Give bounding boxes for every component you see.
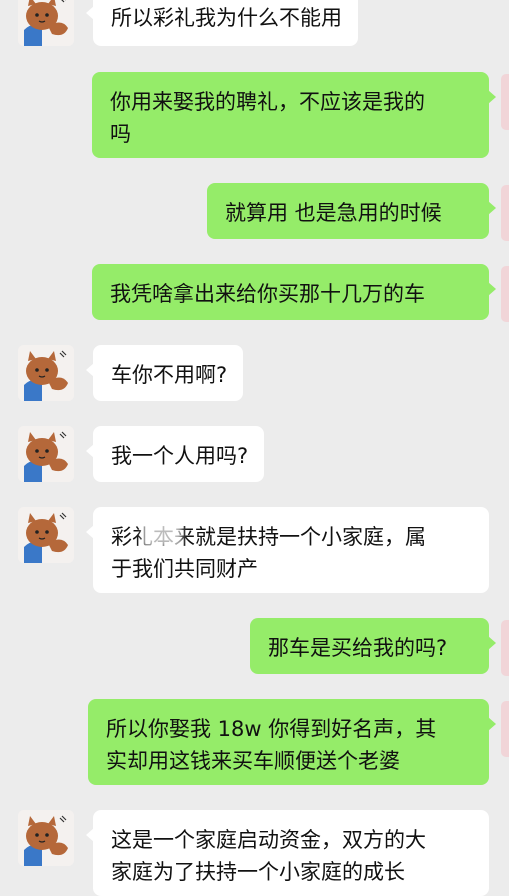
message-bubble-outgoing[interactable]: 就算用 也是急用的时候 <box>207 183 496 239</box>
message-bubble-incoming[interactable]: 所以彩礼我为什么不能用 <box>86 0 358 46</box>
message-text: 车你不用啊? <box>111 363 228 387</box>
cartoon-cat-icon <box>18 0 74 46</box>
contact-avatar[interactable] <box>18 810 74 866</box>
mosaic-blur <box>142 521 182 547</box>
own-avatar[interactable] <box>501 266 509 322</box>
own-avatar[interactable] <box>501 701 509 757</box>
message-bubble-outgoing[interactable]: 你用来娶我的聘礼，不应该是我的 吗 <box>92 72 496 158</box>
cartoon-cat-icon <box>18 345 74 401</box>
message-text: 我一个人用吗? <box>111 444 249 468</box>
contact-avatar[interactable] <box>18 426 74 482</box>
own-avatar[interactable] <box>501 185 509 241</box>
contact-avatar[interactable] <box>18 345 74 401</box>
chat-thread: 所以彩礼我为什么不能用 你用来娶我的聘礼，不应该是我的 吗 就算用 也是急用的时… <box>0 0 509 896</box>
message-text: 实却用这钱来买车顺便送个老婆 <box>106 749 400 773</box>
message-bubble-outgoing[interactable]: 那车是买给我的吗? <box>250 618 496 674</box>
message-text: 于我们共同财产 <box>111 557 258 581</box>
message-bubble-incoming[interactable]: 彩礼本来就是扶持一个小家庭，属 于我们共同财产 <box>86 507 489 593</box>
message-text: 你用来娶我的聘礼，不应该是我的 <box>110 90 425 114</box>
message-text: 就算用 也是急用的时候 <box>225 201 442 225</box>
message-text: 家庭为了扶持一个小家庭的成长 <box>111 860 405 884</box>
message-text: 所以彩礼我为什么不能用 <box>111 6 342 30</box>
own-avatar[interactable] <box>501 74 509 130</box>
cartoon-cat-icon <box>18 810 74 866</box>
cartoon-cat-icon <box>18 507 74 563</box>
message-bubble-incoming[interactable]: 我一个人用吗? <box>85 426 265 482</box>
own-avatar[interactable] <box>501 620 509 676</box>
message-text: 这是一个家庭启动资金，双方的大 <box>111 828 426 852</box>
cartoon-cat-icon <box>18 426 74 482</box>
message-bubble-incoming[interactable]: 车你不用啊? <box>85 345 244 401</box>
message-text: 那车是买给我的吗? <box>268 636 448 660</box>
contact-avatar[interactable] <box>18 0 74 46</box>
message-bubble-outgoing[interactable]: 我凭啥拿出来给你买那十几万的车 <box>92 264 496 320</box>
message-text: 吗 <box>110 122 131 146</box>
contact-avatar[interactable] <box>18 507 74 563</box>
message-text: 我凭啥拿出来给你买那十几万的车 <box>110 282 425 306</box>
message-bubble-incoming[interactable]: 这是一个家庭启动资金，双方的大 家庭为了扶持一个小家庭的成长 <box>86 810 489 896</box>
message-text: 所以你娶我 18w 你得到好名声，其 <box>106 717 437 741</box>
message-bubble-outgoing[interactable]: 所以你娶我 18w 你得到好名声，其 实却用这钱来买车顺便送个老婆 <box>88 699 496 785</box>
